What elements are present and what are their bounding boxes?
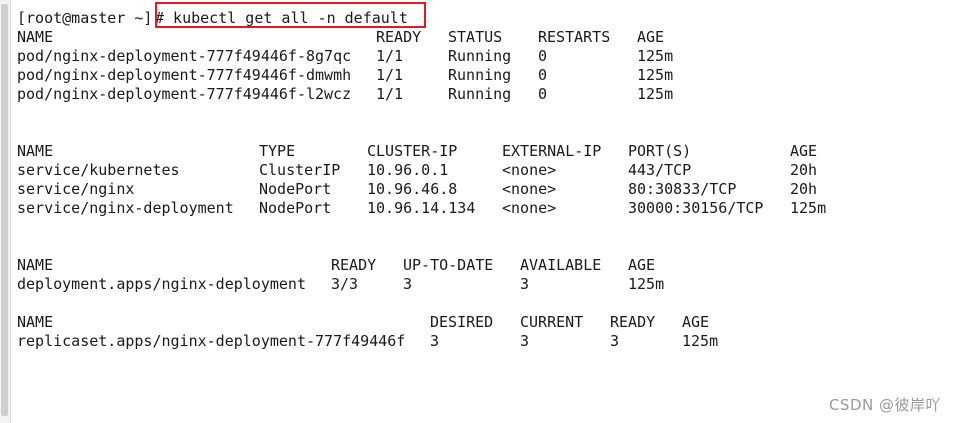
svc-type: NodePort <box>259 180 332 198</box>
deploy-ready: 3/3 <box>331 275 359 293</box>
deploy-available: 3 <box>520 275 530 293</box>
table-row: service/nginx-deployment NodePort 10.96.… <box>17 199 826 218</box>
pod-restarts: 0 <box>538 47 548 65</box>
services-header-row: NAME TYPE CLUSTER-IP EXTERNAL-IP PORT(S)… <box>17 142 817 161</box>
pod-name: pod/nginx-deployment-777f49446f-l2wcz <box>17 85 352 103</box>
table-row: pod/nginx-deployment-777f49446f-dmwmh 1/… <box>17 66 673 85</box>
rs-current: 3 <box>520 332 530 350</box>
pod-restarts: 0 <box>538 85 548 103</box>
pod-status: Running <box>448 47 512 65</box>
pod-ready: 1/1 <box>376 66 404 84</box>
deploy-age: 125m <box>628 275 665 293</box>
svc-cluster-ip: 10.96.0.1 <box>367 161 449 179</box>
pod-status: Running <box>448 66 512 84</box>
pod-restarts: 0 <box>538 66 548 84</box>
svc-type: ClusterIP <box>259 161 341 179</box>
deploy-name: deployment.apps/nginx-deployment <box>17 275 306 293</box>
svc-external-ip: <none> <box>502 199 557 217</box>
pods-col-age: AGE <box>637 28 665 46</box>
svc-ports: 80:30833/TCP <box>628 180 737 198</box>
shell-prompt: [root@master ~] <box>17 9 153 27</box>
deploy-col-available: AVAILABLE <box>520 256 602 274</box>
svc-col-age: AGE <box>790 142 818 160</box>
svc-col-external-ip: EXTERNAL-IP <box>502 142 602 160</box>
svc-col-name: NAME <box>17 142 54 160</box>
table-row: deployment.apps/nginx-deployment 3/3 3 3… <box>17 275 664 294</box>
rs-ready: 3 <box>610 332 620 350</box>
svc-cluster-ip: 10.96.14.134 <box>367 199 476 217</box>
svc-ports: 30000:30156/TCP <box>628 199 764 217</box>
table-row: service/nginx NodePort 10.96.46.8 <none>… <box>17 180 817 199</box>
svc-cluster-ip: 10.96.46.8 <box>367 180 458 198</box>
scrollbar-thumb[interactable] <box>1 4 8 416</box>
rs-col-name: NAME <box>17 313 54 331</box>
svc-ports: 443/TCP <box>628 161 692 179</box>
svc-name: service/kubernetes <box>17 161 180 179</box>
replicasets-header-row: NAME DESIRED CURRENT READY AGE <box>17 313 709 332</box>
deploy-col-age: AGE <box>628 256 656 274</box>
pod-age: 125m <box>637 66 674 84</box>
svc-col-type: TYPE <box>259 142 296 160</box>
svc-col-cluster-ip: CLUSTER-IP <box>367 142 458 160</box>
rs-age: 125m <box>682 332 719 350</box>
pods-header-row: NAME READY STATUS RESTARTS AGE <box>17 28 664 47</box>
svc-age: 20h <box>790 180 818 198</box>
pod-age: 125m <box>637 47 674 65</box>
table-row: service/kubernetes ClusterIP 10.96.0.1 <… <box>17 161 817 180</box>
pod-ready: 1/1 <box>376 85 404 103</box>
svc-external-ip: <none> <box>502 180 557 198</box>
terminal-output[interactable]: [root@master ~] # kubectl get all -n def… <box>17 2 947 419</box>
svc-age: 125m <box>790 199 827 217</box>
prompt-line: [root@master ~] # kubectl get all -n def… <box>17 9 408 28</box>
pod-name: pod/nginx-deployment-777f49446f-dmwmh <box>17 66 352 84</box>
csdn-watermark: CSDN @彼岸吖 <box>828 396 941 414</box>
table-row: replicaset.apps/nginx-deployment-777f494… <box>17 332 718 351</box>
deployments-header-row: NAME READY UP-TO-DATE AVAILABLE AGE <box>17 256 655 275</box>
deploy-col-up-to-date: UP-TO-DATE <box>403 256 494 274</box>
deploy-up-to-date: 3 <box>403 275 413 293</box>
rs-col-current: CURRENT <box>520 313 584 331</box>
pods-col-name: NAME <box>17 28 54 46</box>
rs-col-ready: READY <box>610 313 656 331</box>
table-row: pod/nginx-deployment-777f49446f-l2wcz 1/… <box>17 85 673 104</box>
rs-col-desired: DESIRED <box>430 313 494 331</box>
pods-col-ready: READY <box>376 28 422 46</box>
deploy-col-ready: READY <box>331 256 377 274</box>
pod-status: Running <box>448 85 512 103</box>
pods-col-status: STATUS <box>448 28 503 46</box>
svc-age: 20h <box>790 161 818 179</box>
pod-name: pod/nginx-deployment-777f49446f-8g7qc <box>17 47 352 65</box>
rs-name: replicaset.apps/nginx-deployment-777f494… <box>17 332 406 350</box>
svc-name: service/nginx <box>17 180 135 198</box>
svc-col-ports: PORT(S) <box>628 142 692 160</box>
table-row: pod/nginx-deployment-777f49446f-8g7qc 1/… <box>17 47 673 66</box>
rs-desired: 3 <box>430 332 440 350</box>
pod-ready: 1/1 <box>376 47 404 65</box>
deploy-col-name: NAME <box>17 256 54 274</box>
command-highlight-box <box>155 2 426 28</box>
rs-col-age: AGE <box>682 313 710 331</box>
svc-type: NodePort <box>259 199 332 217</box>
svc-external-ip: <none> <box>502 161 557 179</box>
svc-name: service/nginx-deployment <box>17 199 234 217</box>
pods-col-restarts: RESTARTS <box>538 28 611 46</box>
scrollbar[interactable] <box>0 0 10 423</box>
pod-age: 125m <box>637 85 674 103</box>
